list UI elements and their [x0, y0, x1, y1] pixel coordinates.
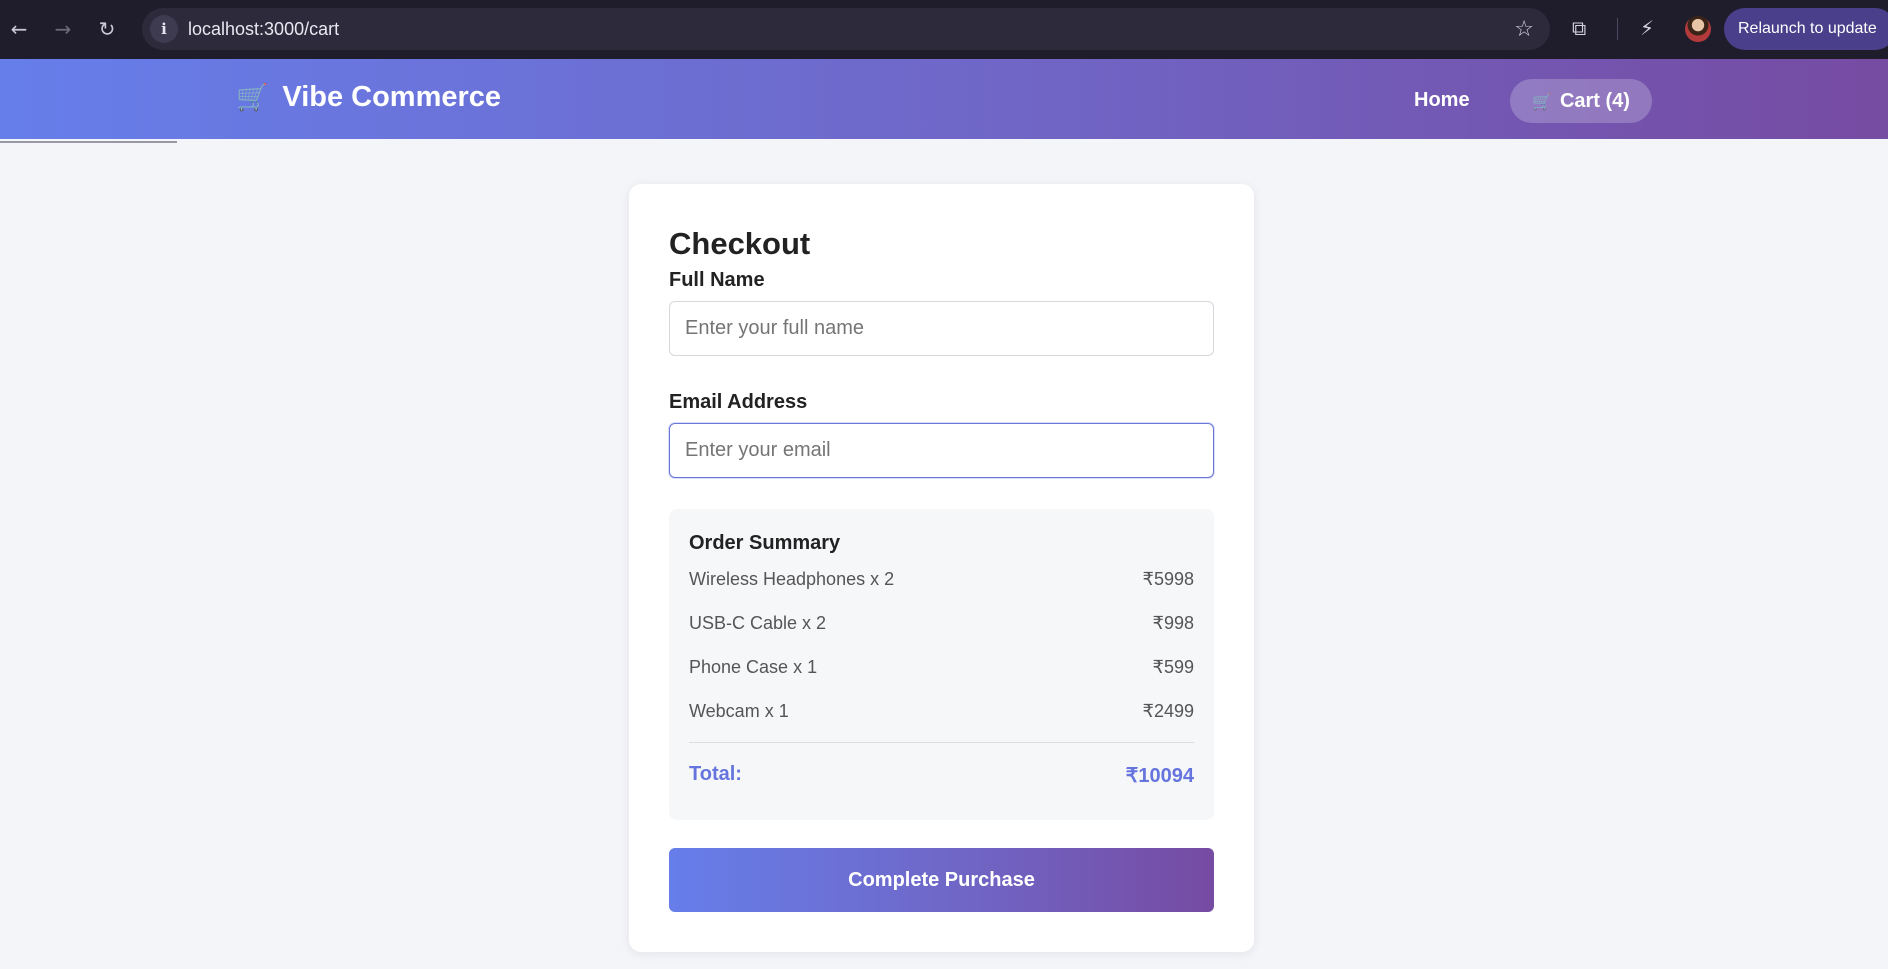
item-price: ₹2499 — [1142, 701, 1195, 721]
nav-cart-button[interactable]: 🛒 Cart (4) — [1510, 79, 1652, 123]
profile-avatar[interactable] — [1685, 16, 1711, 42]
address-bar[interactable]: i localhost:3000/cart ☆ — [142, 8, 1550, 50]
item-name: Wireless Headphones x 2 — [689, 569, 895, 589]
item-name: Phone Case x 1 — [689, 657, 818, 677]
total-value: ₹10094 — [1125, 765, 1194, 787]
url-text[interactable]: localhost:3000/cart — [188, 19, 339, 40]
list-item: Wireless Headphones x 2 ₹5998 — [689, 569, 1194, 590]
list-item: Webcam x 1 ₹2499 — [689, 701, 1194, 722]
brand-logo[interactable]: 🛒 Vibe Commerce — [236, 81, 501, 114]
cart-icon: 🛒 — [1532, 91, 1552, 111]
shopping-cart-icon: 🛒 — [236, 82, 269, 113]
site-info-icon[interactable]: i — [150, 15, 178, 43]
full-name-input[interactable] — [669, 301, 1214, 356]
nav-home-link[interactable]: Home — [1414, 89, 1470, 112]
nav-cart-label: Cart (4) — [1559, 89, 1630, 112]
extensions-icon[interactable]: ⧉ — [1572, 16, 1586, 40]
complete-purchase-button[interactable]: Complete Purchase — [669, 848, 1214, 912]
total-label: Total: — [689, 763, 742, 785]
item-name: Webcam x 1 — [689, 701, 789, 721]
item-price: ₹599 — [1152, 657, 1194, 677]
toolbar-divider — [1617, 18, 1618, 40]
relaunch-button[interactable]: Relaunch to update — [1724, 8, 1888, 50]
site-header: 🛒 Vibe Commerce Home 🛒 Cart (4) — [0, 59, 1888, 139]
item-price: ₹998 — [1152, 613, 1194, 633]
browser-toolbar: ← → ↻ i localhost:3000/cart ☆ ⧉ ⚡ Relaun… — [0, 0, 1888, 60]
bookmark-star-icon[interactable]: ☆ — [1514, 17, 1534, 42]
item-name: USB-C Cable x 2 — [689, 613, 827, 633]
list-item: Phone Case x 1 ₹599 — [689, 657, 1194, 678]
item-price: ₹5998 — [1142, 569, 1195, 589]
divider-line — [0, 141, 177, 143]
email-label: Email Address — [669, 391, 808, 413]
email-input[interactable] — [669, 423, 1214, 478]
back-icon[interactable]: ← — [6, 16, 32, 42]
checkout-card: Checkout Full Name Email Address Order S… — [629, 184, 1254, 952]
summary-divider — [689, 742, 1194, 743]
list-item: USB-C Cable x 2 ₹998 — [689, 613, 1194, 634]
order-total: Total: ₹10094 — [689, 763, 1194, 788]
full-name-label: Full Name — [669, 269, 765, 291]
reload-icon[interactable]: ↻ — [94, 16, 120, 42]
forward-icon[interactable]: → — [50, 16, 76, 42]
brand-name: Vibe Commerce — [282, 81, 502, 113]
browser-menu-icon[interactable]: ⋮ — [1880, 16, 1888, 40]
performance-icon[interactable]: ⚡ — [1640, 16, 1654, 40]
order-summary: Order Summary Wireless Headphones x 2 ₹5… — [669, 509, 1214, 820]
order-summary-title: Order Summary — [689, 532, 841, 554]
checkout-title: Checkout — [669, 226, 811, 261]
